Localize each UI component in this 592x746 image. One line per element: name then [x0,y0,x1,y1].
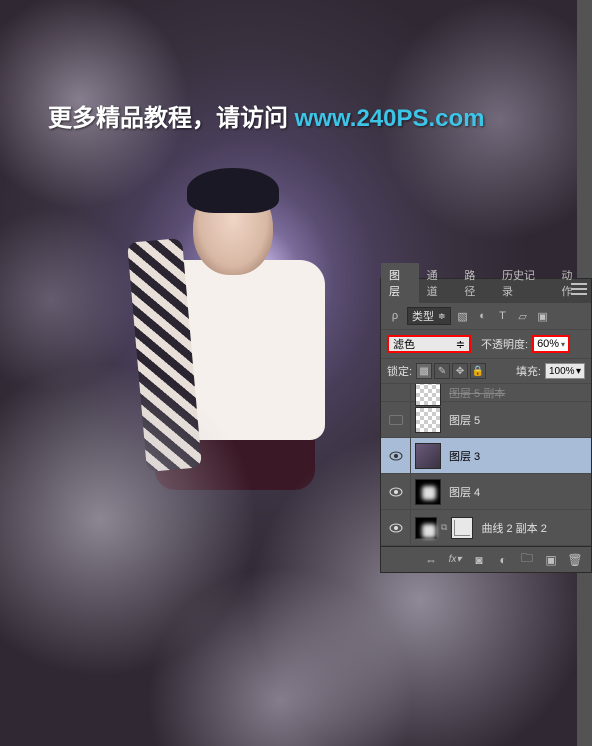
chevron-down-icon: ▾ [561,340,565,349]
group-icon[interactable]: 🗀 [519,552,535,568]
tab-channels[interactable]: 通道 [419,263,457,303]
lock-all-icon[interactable]: 🔒 [470,363,486,379]
layer-name: 图层 4 [445,484,480,500]
eye-icon [389,415,403,425]
mask-icon[interactable]: ◙ [471,552,487,568]
visibility-toggle[interactable] [381,510,411,545]
visibility-toggle[interactable] [381,402,411,437]
layer-thumb [451,517,473,539]
filter-adjustment-icon[interactable]: ◐ [475,308,491,324]
filter-type-label: 类型 [412,308,434,324]
filter-type-select[interactable]: 类型 ≑ [407,307,451,325]
visibility-toggle[interactable] [381,474,411,509]
chevron-updown-icon: ≑ [456,338,465,351]
link-icon[interactable]: ⧉ [439,522,449,533]
layer-thumb [415,407,441,433]
filter-type-text-icon[interactable]: T [495,308,511,324]
layer-row[interactable]: 图层 3 [381,438,591,474]
filter-pixel-icon[interactable]: ▧ [455,308,471,324]
fill-value: 100% [549,366,575,377]
opacity-label: 不透明度: [481,336,528,352]
layer-thumb [415,479,441,505]
link-layers-icon[interactable]: ⇔ [423,552,439,568]
lock-position-icon[interactable]: ✥ [452,363,468,379]
layer-row[interactable]: 图层 5 副本 [381,384,591,402]
chevron-down-icon: ▾ [576,366,581,377]
fill-label: 填充: [516,363,541,379]
filter-shape-icon[interactable]: ▱ [515,308,531,324]
watermark-text: 更多精品教程，请访问 www.240PS.com [48,98,485,133]
panel-footer: ⇔ fx▾ ◙ ◐ 🗀 ▣ 🗑 [381,546,591,572]
opacity-value: 60% [537,338,559,350]
eye-icon [389,523,403,533]
lock-label: 锁定: [387,363,412,379]
layer-name: 图层 5 副本 [445,385,505,401]
layer-thumb [415,443,441,469]
layer-row[interactable]: ⧉ 曲线 2 副本 2 [381,510,591,546]
watermark-prefix: 更多精品教程，请访问 [48,105,295,132]
blend-mode-select[interactable]: 滤色 ≑ [387,335,471,353]
fill-input[interactable]: 100% ▾ [545,363,585,379]
tab-history[interactable]: 历史记录 [494,263,553,303]
layer-thumb [415,384,441,406]
fx-icon[interactable]: fx▾ [447,552,463,568]
layer-row[interactable]: 图层 4 [381,474,591,510]
adjustment-icon[interactable]: ◐ [495,552,511,568]
layers-list: 图层 5 副本 图层 5 图层 3 图 [381,384,591,546]
new-layer-icon[interactable]: ▣ [543,552,559,568]
tab-paths[interactable]: 路径 [456,263,494,303]
blend-row: 滤色 ≑ 不透明度: 60% ▾ [381,330,591,359]
panel-tabs: 图层 通道 路径 历史记录 动作 [381,279,591,303]
trash-icon[interactable]: 🗑 [567,552,583,568]
filter-kind-icon[interactable]: ρ [387,308,403,324]
lock-icons: ▩ ✎ ✥ 🔒 [416,363,486,379]
filter-row: ρ 类型 ≑ ▧ ◐ T ▱ ▣ [381,303,591,330]
layer-row[interactable]: 图层 5 [381,402,591,438]
lock-row: 锁定: ▩ ✎ ✥ 🔒 填充: 100% ▾ [381,359,591,384]
eye-icon [389,487,403,497]
layer-name: 曲线 2 副本 2 [477,520,546,536]
layer-name: 图层 3 [445,448,480,464]
chevron-updown-icon: ≑ [438,311,446,322]
watermark-url: www.240PS.com [295,105,485,132]
layer-name: 图层 5 [445,412,480,428]
opacity-input[interactable]: 60% ▾ [532,335,570,353]
visibility-toggle[interactable] [381,438,411,473]
panel-menu-icon[interactable] [571,283,587,295]
layers-panel: 图层 通道 路径 历史记录 动作 ρ 类型 ≑ ▧ ◐ T ▱ ▣ 滤色 ≑ 不… [380,278,592,573]
lock-transparent-icon[interactable]: ▩ [416,363,432,379]
lock-paint-icon[interactable]: ✎ [434,363,450,379]
eye-icon [389,451,403,461]
blend-mode-value: 滤色 [393,336,415,352]
visibility-toggle[interactable] [381,384,411,401]
layer-mask-thumb [415,517,437,539]
tab-layers[interactable]: 图层 [381,263,419,303]
filter-smart-icon[interactable]: ▣ [535,308,551,324]
